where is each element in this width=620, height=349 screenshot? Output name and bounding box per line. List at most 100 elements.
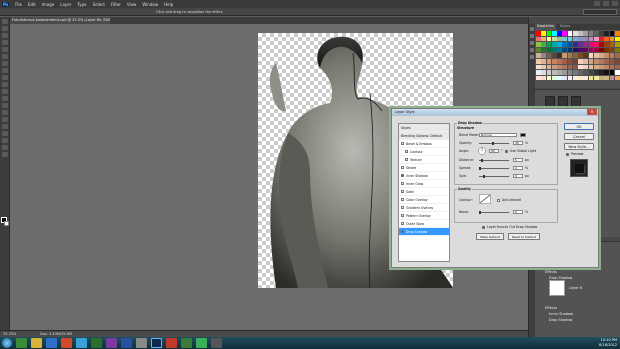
taskbar-app2-icon[interactable] xyxy=(106,338,117,348)
distance-input[interactable]: 5 xyxy=(513,158,523,162)
history-brush-tool-icon[interactable] xyxy=(2,82,8,87)
menu-view[interactable]: View xyxy=(127,2,137,7)
size-slider-knob[interactable] xyxy=(483,175,485,178)
anti-aliased-checkbox[interactable] xyxy=(497,199,500,202)
color-swatch[interactable] xyxy=(583,31,588,36)
color-swatch[interactable] xyxy=(593,47,599,53)
color-swatch[interactable] xyxy=(557,64,562,70)
color-swatch[interactable] xyxy=(609,47,615,53)
color-swatch[interactable] xyxy=(593,42,599,47)
color-swatch[interactable] xyxy=(536,53,541,58)
blur-tool-icon[interactable] xyxy=(2,103,8,108)
color-swatch[interactable] xyxy=(567,36,573,42)
color-swatch[interactable] xyxy=(583,47,588,53)
brightness-icon[interactable] xyxy=(545,96,555,108)
color-swatch[interactable] xyxy=(551,75,557,81)
color-swatch[interactable] xyxy=(604,64,609,70)
taskbar-opera-icon[interactable] xyxy=(61,338,72,348)
color-swatch[interactable] xyxy=(567,58,573,64)
new-style-button[interactable]: New Style... xyxy=(564,143,594,150)
color-swatch[interactable] xyxy=(557,31,562,36)
color-swatch[interactable] xyxy=(546,42,552,47)
reset-default-button[interactable]: Reset to Default xyxy=(508,233,540,240)
color-swatch[interactable] xyxy=(562,75,567,81)
color-swatch[interactable] xyxy=(578,58,583,64)
color-swatch[interactable] xyxy=(551,31,557,36)
color-swatch[interactable] xyxy=(588,47,594,53)
color-swatch[interactable] xyxy=(536,47,541,53)
opacity-slider[interactable] xyxy=(479,142,509,145)
color-swatch[interactable] xyxy=(583,70,588,75)
color-swatch[interactable] xyxy=(609,70,615,75)
color-swatch[interactable] xyxy=(541,42,546,47)
menu-window[interactable]: Window xyxy=(142,2,158,7)
taskbar-app6-icon[interactable] xyxy=(196,338,207,348)
dialog-close-icon[interactable]: × xyxy=(587,109,597,115)
document-tab[interactable]: Futuristiceva-kalanemtemt.psd @ 33.3% (L… xyxy=(10,17,110,24)
color-swatch[interactable] xyxy=(557,75,562,81)
cancel-button[interactable]: Cancel xyxy=(564,133,594,140)
menu-select[interactable]: Select xyxy=(93,2,105,7)
color-swatch[interactable] xyxy=(536,75,541,81)
color-swatch[interactable] xyxy=(536,42,541,47)
color-swatch[interactable] xyxy=(578,53,583,58)
taskbar-app5-icon[interactable] xyxy=(181,338,192,348)
color-swatch[interactable] xyxy=(562,58,567,64)
color-swatch[interactable] xyxy=(567,53,573,58)
background-color-swatch[interactable] xyxy=(4,221,9,226)
menu-file[interactable]: File xyxy=(15,2,22,7)
color-swatch[interactable] xyxy=(562,64,567,70)
gradient-overlay-checkbox[interactable] xyxy=(401,206,404,209)
opacity-slider-knob[interactable] xyxy=(492,142,494,145)
styles-item-drop-shadow[interactable]: Drop Shadow xyxy=(399,228,449,236)
gradient-tool-icon[interactable] xyxy=(2,96,8,101)
color-swatch[interactable] xyxy=(578,42,583,47)
color-swatch[interactable] xyxy=(567,70,573,75)
menu-type[interactable]: Type xyxy=(77,2,86,7)
color-swatch[interactable] xyxy=(593,58,599,64)
color-swatch[interactable] xyxy=(604,36,609,42)
color-swatch[interactable] xyxy=(551,42,557,47)
drop-shadow-checkbox[interactable] xyxy=(401,230,404,233)
color-swatch[interactable] xyxy=(614,53,620,58)
color-swatch[interactable] xyxy=(536,31,541,36)
color-swatch[interactable] xyxy=(567,47,573,53)
color-swatch[interactable] xyxy=(546,31,552,36)
color-swatch[interactable] xyxy=(562,31,567,36)
noise-input[interactable]: 0 xyxy=(513,210,523,214)
color-swatch[interactable] xyxy=(583,53,588,58)
shadow-color-swatch[interactable] xyxy=(520,133,526,137)
color-swatch[interactable] xyxy=(583,42,588,47)
color-swatch[interactable] xyxy=(588,42,594,47)
color-swatch[interactable] xyxy=(541,36,546,42)
color-swatch[interactable] xyxy=(583,75,588,81)
paragraph-panel-icon[interactable] xyxy=(530,48,534,52)
blend-mode-select[interactable]: Normal xyxy=(479,133,517,137)
color-swatch[interactable] xyxy=(546,36,552,42)
color-swatch[interactable] xyxy=(614,64,620,70)
eraser-tool-icon[interactable] xyxy=(2,89,8,94)
zoom-tool-icon[interactable] xyxy=(2,152,8,157)
texture-checkbox[interactable] xyxy=(405,158,408,161)
maximize-button[interactable] xyxy=(603,1,609,6)
color-swatch[interactable] xyxy=(572,31,578,36)
menu-filter[interactable]: Filter xyxy=(111,2,121,7)
color-swatch[interactable] xyxy=(593,75,599,81)
clock-date[interactable]: 8/16/2012 xyxy=(599,343,617,348)
distance-slider[interactable] xyxy=(479,159,509,162)
color-swatch[interactable] xyxy=(562,47,567,53)
inner-glow-checkbox[interactable] xyxy=(401,182,404,185)
crop-tool-icon[interactable] xyxy=(2,47,8,52)
color-swatch[interactable] xyxy=(572,58,578,64)
color-swatch[interactable] xyxy=(546,53,552,58)
taskbar-app-icon[interactable] xyxy=(16,338,27,348)
satin-checkbox[interactable] xyxy=(401,190,404,193)
color-swatch[interactable] xyxy=(583,58,588,64)
taskbar-word-icon[interactable] xyxy=(121,338,132,348)
ok-button[interactable]: OK xyxy=(564,123,594,130)
knockout-checkbox[interactable] xyxy=(482,226,485,229)
move-tool-icon[interactable] xyxy=(2,19,8,24)
color-swatch[interactable] xyxy=(604,31,609,36)
color-swatch[interactable] xyxy=(604,47,609,53)
color-swatch[interactable] xyxy=(593,64,599,70)
